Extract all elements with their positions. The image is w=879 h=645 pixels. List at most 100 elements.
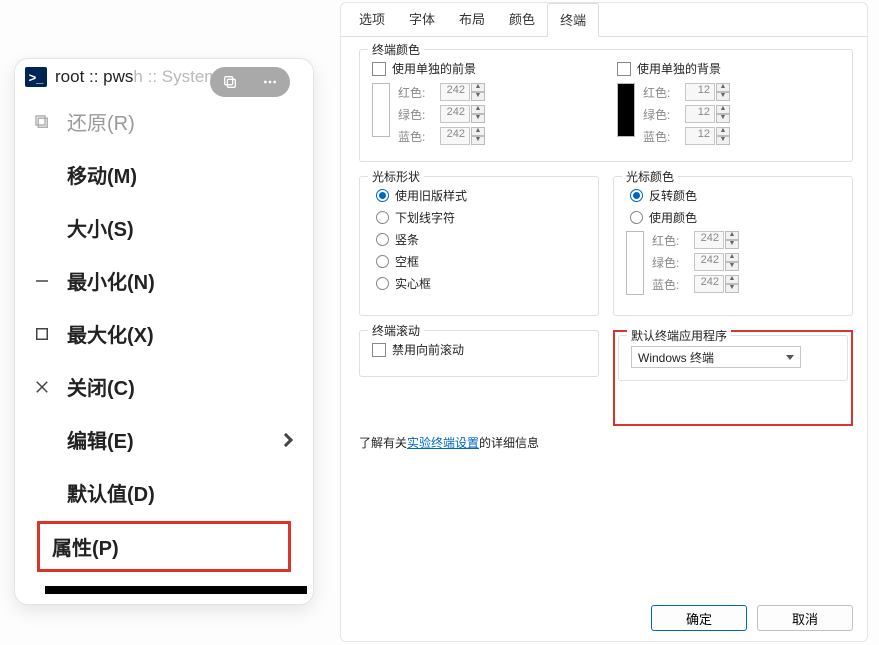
bg-column: 使用单独的背景 红色: 12▲▼ 绿色: 12▲▼ (617, 60, 840, 149)
menu-move[interactable]: 移动(M) (15, 148, 313, 201)
radio-icon (376, 233, 389, 246)
spinner-icon[interactable]: ▲▼ (471, 83, 485, 101)
checkbox-icon (372, 343, 386, 357)
fg-blue-label: 蓝色: (398, 128, 432, 145)
window-context-menu: 还原(R) 移动(M) 大小(S) 最小化(N) 最大化(X) 关闭(C) (15, 95, 313, 519)
cursor-color-swatch (626, 231, 644, 295)
minimize-icon (33, 272, 67, 290)
menu-minimize-label: 最小化(N) (67, 266, 299, 295)
fg-green-field[interactable]: 242▲▼ (440, 105, 485, 123)
more-icon (262, 74, 278, 90)
tab-font[interactable]: 字体 (397, 3, 447, 36)
copy-icon (222, 74, 238, 90)
cancel-button[interactable]: 取消 (757, 605, 853, 631)
properties-tabstrip: 选项 字体 布局 颜色 终端 (341, 3, 867, 37)
checkbox-icon (617, 62, 631, 76)
cursor-shape-legacy-radio[interactable]: 使用旧版样式 (372, 187, 586, 204)
fg-column: 使用单独的前景 红色: 242▲▼ 绿色: 242▲▼ (372, 60, 595, 149)
menu-properties-highlighted[interactable]: 属性(P) (37, 521, 291, 572)
menu-size[interactable]: 大小(S) (15, 201, 313, 254)
chevron-down-icon (786, 355, 794, 360)
disable-forward-scroll-checkbox[interactable]: 禁用向前滚动 (372, 341, 586, 358)
screenshot-overlay-pill[interactable] (210, 67, 290, 97)
menu-close-label: 关闭(C) (67, 372, 299, 401)
spinner-icon[interactable]: ▲▼ (725, 253, 739, 271)
cursor-red-field[interactable]: 242▲▼ (694, 231, 739, 249)
menu-restore[interactable]: 还原(R) (15, 95, 313, 148)
fg-blue-field[interactable]: 242▲▼ (440, 127, 485, 145)
cursor-blue-field[interactable]: 242▲▼ (694, 275, 739, 293)
tab-terminal[interactable]: 终端 (547, 3, 599, 37)
fg-green-label: 绿色: (398, 106, 432, 123)
menu-close[interactable]: 关闭(C) (15, 360, 313, 413)
spinner-icon[interactable]: ▲▼ (716, 105, 730, 123)
menu-properties-label: 属性(P) (52, 538, 119, 560)
menu-size-label: 大小(S) (67, 213, 299, 242)
tab-layout[interactable]: 布局 (447, 3, 497, 36)
fg-color-swatch (372, 83, 390, 137)
bg-use-separate-checkbox[interactable]: 使用单独的背景 (617, 60, 840, 77)
group-default-terminal-legend: 默认终端应用程序 (627, 327, 731, 344)
cursor-shape-underline-radio[interactable]: 下划线字符 (372, 209, 586, 226)
cursor-color-usecolor-radio[interactable]: 使用颜色 (626, 209, 840, 226)
radio-icon (376, 189, 389, 202)
spinner-icon[interactable]: ▲▼ (716, 127, 730, 145)
spinner-icon[interactable]: ▲▼ (725, 275, 739, 293)
cursor-shape-solidbox-radio[interactable]: 实心框 (372, 275, 586, 292)
cursor-shape-emptybox-radio[interactable]: 空框 (372, 253, 586, 270)
cursor-green-field[interactable]: 242▲▼ (694, 253, 739, 271)
group-default-terminal: 默认终端应用程序 Windows 终端 (618, 335, 848, 381)
spinner-icon[interactable]: ▲▼ (725, 231, 739, 249)
spinner-icon[interactable]: ▲▼ (471, 127, 485, 145)
default-terminal-highlighted: 默认终端应用程序 Windows 终端 (613, 330, 853, 426)
properties-dialog: 选项 字体 布局 颜色 终端 终端颜色 使用单独的前景 红 (340, 2, 868, 642)
menu-maximize-label: 最大化(X) (67, 319, 299, 348)
tab-options[interactable]: 选项 (347, 3, 397, 36)
group-cursor-color-legend: 光标颜色 (622, 168, 678, 185)
terminal-tab-body: 终端颜色 使用单独的前景 红色: 242▲▼ (341, 37, 867, 463)
window-content-strip (45, 586, 307, 594)
dialog-buttons: 确定 取消 (651, 605, 853, 631)
fg-use-separate-checkbox[interactable]: 使用单独的前景 (372, 60, 595, 77)
maximize-icon (33, 325, 67, 343)
menu-restore-label: 还原(R) (67, 107, 299, 136)
group-cursor-shape: 光标形状 使用旧版样式 下划线字符 竖条 空框 实心框 (359, 176, 599, 316)
menu-defaults[interactable]: 默认值(D) (15, 466, 313, 519)
restore-icon (33, 113, 67, 131)
experimental-settings-link[interactable]: 实验终端设置 (407, 436, 479, 450)
radio-icon (376, 211, 389, 224)
bg-red-field[interactable]: 12▲▼ (685, 83, 730, 101)
ok-button[interactable]: 确定 (651, 605, 747, 631)
group-terminal-scroll: 终端滚动 禁用向前滚动 (359, 330, 599, 377)
cursor-blue-label: 蓝色: (652, 276, 686, 293)
spinner-icon[interactable]: ▲▼ (471, 105, 485, 123)
fg-red-field[interactable]: 242▲▼ (440, 83, 485, 101)
menu-move-label: 移动(M) (67, 160, 299, 189)
radio-icon (630, 189, 643, 202)
menu-maximize[interactable]: 最大化(X) (15, 307, 313, 360)
tab-color[interactable]: 颜色 (497, 3, 547, 36)
bg-red-label: 红色: (643, 84, 677, 101)
bg-green-label: 绿色: (643, 106, 677, 123)
bg-blue-label: 蓝色: (643, 128, 677, 145)
group-terminal-scroll-legend: 终端滚动 (368, 322, 424, 339)
menu-edit[interactable]: 编辑(E) (15, 413, 313, 466)
default-terminal-select[interactable]: Windows 终端 (631, 346, 801, 368)
cursor-shape-vbar-radio[interactable]: 竖条 (372, 231, 586, 248)
bg-color-swatch (617, 83, 635, 137)
bg-green-field[interactable]: 12▲▼ (685, 105, 730, 123)
cursor-color-inverse-radio[interactable]: 反转颜色 (626, 187, 840, 204)
context-menu-card: >_ root :: pwsh :: System3 还原(R) 移动(M) 大… (14, 58, 314, 605)
bg-blue-field[interactable]: 12▲▼ (685, 127, 730, 145)
close-icon (33, 378, 67, 396)
radio-icon (376, 255, 389, 268)
cursor-green-label: 绿色: (652, 254, 686, 271)
fg-red-label: 红色: (398, 84, 432, 101)
experimental-settings-info: 了解有关实验终端设置的详细信息 (359, 434, 853, 451)
menu-defaults-label: 默认值(D) (67, 478, 299, 507)
cursor-red-label: 红色: (652, 232, 686, 249)
spinner-icon[interactable]: ▲▼ (716, 83, 730, 101)
group-cursor-shape-legend: 光标形状 (368, 168, 424, 185)
chevron-right-icon (279, 432, 293, 446)
menu-minimize[interactable]: 最小化(N) (15, 254, 313, 307)
